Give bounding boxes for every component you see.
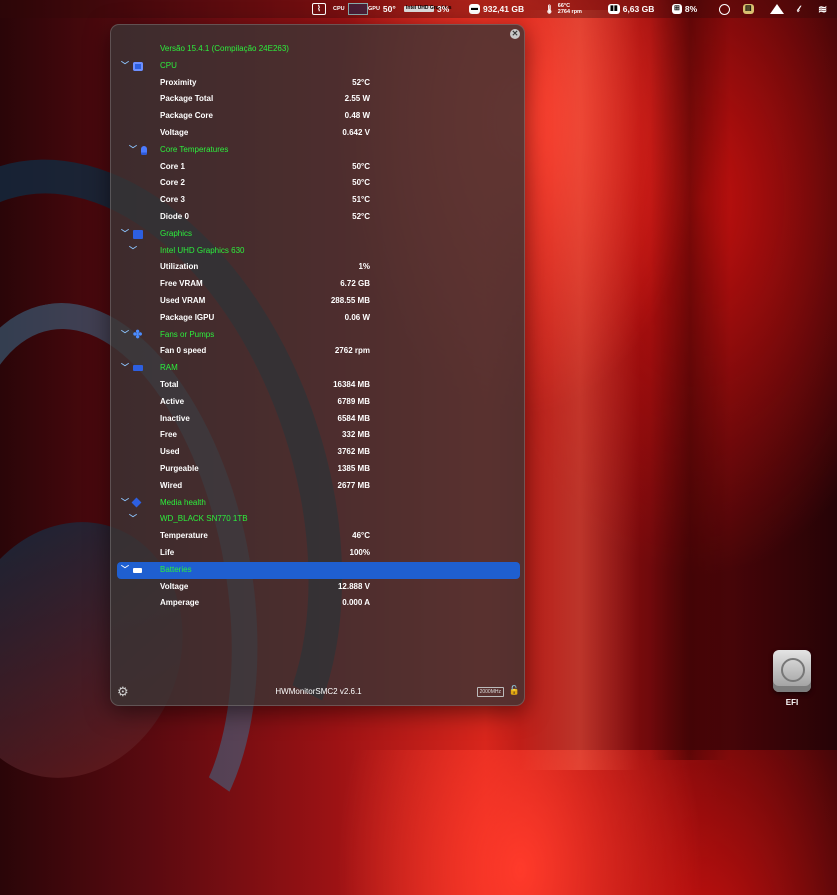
display-icon — [133, 229, 143, 239]
status-circle-icon[interactable] — [719, 2, 730, 16]
sensor-row[interactable]: Fan 0 speed 2762 rpm — [111, 343, 526, 360]
thermometer-icon — [141, 145, 147, 155]
ring-icon — [719, 3, 730, 15]
sensor-row[interactable]: Wired 2677 MB — [111, 478, 526, 495]
section-fans[interactable]: ﹀ ✤ Fans or Pumps — [111, 327, 526, 344]
sensor-row[interactable]: Core 3 51°C — [111, 192, 526, 209]
chevron-down-icon[interactable]: ﹀ — [128, 142, 138, 159]
ram-usage: 6,63 GB — [622, 4, 655, 14]
sensor-row[interactable]: Free VRAM 6.72 GB — [111, 276, 526, 293]
memory-icon — [133, 365, 143, 372]
sensor-row[interactable]: Free 332 MB — [111, 427, 526, 444]
activity-monitor-icon[interactable]: ⌇ — [312, 2, 326, 16]
sensor-row[interactable]: Purgeable 1385 MB — [111, 461, 526, 478]
battery-icon — [133, 567, 142, 573]
sensor-tree: Versão 15.4.1 (Compilação 24E263) ﹀ CPU … — [111, 41, 526, 612]
chevron-down-icon[interactable]: ﹀ — [128, 243, 138, 260]
mountain-icon[interactable] — [770, 2, 784, 16]
chevron-down-icon[interactable]: ﹀ — [120, 327, 130, 344]
graphics-usage: 3% — [437, 4, 450, 14]
panel-footer: ⚙ HWMonitorSMC2 v2.6.1 2000MHz 🔓 — [111, 681, 526, 705]
memory-icon: ▮▮ — [608, 4, 620, 14]
cpu-usage: 8% — [684, 4, 698, 14]
lock-icon[interactable]: 🔓 — [509, 685, 520, 696]
chevron-down-icon[interactable]: ﹀ — [120, 495, 130, 512]
section-ram[interactable]: ﹀ RAM — [111, 360, 526, 377]
chevron-down-icon[interactable]: ﹀ — [120, 226, 130, 243]
chevron-down-icon[interactable]: ﹀ — [128, 511, 138, 528]
gpu-temp-item[interactable]: GPU 50° — [368, 2, 396, 16]
cpu-meter-label: CPU — [333, 6, 345, 12]
section-batteries[interactable]: ﹀ Batteries — [117, 561, 520, 579]
app-badge-icon: ▤ — [743, 4, 754, 14]
section-graphics[interactable]: ﹀ Graphics — [111, 226, 526, 243]
sensor-row[interactable]: Package IGPU 0.06 W — [111, 310, 526, 327]
app-version: HWMonitorSMC2 v2.6.1 — [275, 687, 362, 696]
app-menu-icon[interactable]: ▤ — [743, 2, 754, 16]
sensor-row[interactable]: Package Total 2.55 W — [111, 91, 526, 108]
sensor-row[interactable]: Inactive 6584 MB — [111, 411, 526, 428]
chip-icon: ⊞ — [672, 4, 682, 14]
thermometer-icon: 🌡 — [544, 3, 555, 14]
wallpaper-shadow — [650, 0, 730, 760]
sensor-row[interactable]: Proximity 52°C — [111, 75, 526, 92]
hwmonitor-panel: ✕ Versão 15.4.1 (Compilação 24E263) ﹀ CP… — [110, 24, 525, 706]
sensor-row[interactable]: Core 2 50°C — [111, 175, 526, 192]
section-core-temperatures[interactable]: ﹀ Core Temperatures — [111, 142, 526, 159]
disk-usage: 932,41 GB — [483, 4, 525, 14]
drive-icon — [131, 497, 142, 507]
chevron-down-icon[interactable]: ﹀ — [120, 562, 130, 579]
sensor-row[interactable]: Utilization 1% — [111, 259, 526, 276]
section-media-health[interactable]: ﹀ Media health — [111, 495, 526, 512]
cpu-graph-icon — [347, 3, 368, 15]
drive-icon: ▬ — [469, 4, 480, 14]
section-disk-device[interactable]: ﹀ WD_BLACK SN770 1TB — [111, 511, 526, 528]
triangle-icon — [770, 4, 784, 14]
sensor-row[interactable]: Voltage 12.888 V — [111, 579, 526, 596]
fan-temp-values: 66°C 2764 rpm — [557, 3, 582, 15]
efi-label: EFI — [785, 698, 799, 707]
graphics-usage-item[interactable]: Intel UHD Graphics 3% — [404, 2, 452, 16]
gpu-temp: 50° — [382, 4, 396, 14]
efi-volume[interactable]: EFI — [770, 650, 814, 707]
section-cpu[interactable]: ﹀ CPU — [111, 58, 526, 75]
version-row: Versão 15.4.1 (Compilação 24E263) — [160, 44, 289, 53]
fan-temp-item[interactable]: 🌡 66°C 2764 rpm — [544, 2, 582, 16]
section-gpu-device[interactable]: ﹀ Intel UHD Graphics 630 — [111, 243, 526, 260]
sensor-row[interactable]: Life 100% — [111, 545, 526, 562]
sensor-row[interactable]: Used 3762 MB — [111, 444, 526, 461]
fan-icon: ✤ — [133, 328, 143, 341]
frequency-badge[interactable]: 2000MHz — [476, 687, 504, 697]
cpu-usage-item[interactable]: ⊞ 8% — [672, 2, 697, 16]
wifi-status[interactable]: ≋ — [818, 2, 827, 16]
cpu-icon — [133, 61, 143, 71]
sensor-row[interactable]: Core 1 50°C — [111, 159, 526, 176]
sensor-row[interactable]: Amperage 0.000 A — [111, 595, 526, 612]
chevron-down-icon[interactable]: ﹀ — [120, 58, 130, 75]
script-icon[interactable]: 𝓁 — [797, 2, 800, 16]
cpu-meter[interactable]: CPU — [333, 2, 368, 16]
chevron-down-icon[interactable]: ﹀ — [120, 360, 130, 377]
sensor-row[interactable]: Package Core 0.48 W — [111, 108, 526, 125]
close-button[interactable]: ✕ — [510, 29, 520, 39]
sensor-row[interactable]: Active 6789 MB — [111, 394, 526, 411]
wallpaper-highlight — [520, 10, 640, 770]
graphics-badge: Intel UHD Graphics — [404, 5, 452, 12]
hard-drive-icon — [773, 650, 811, 692]
sensor-row[interactable]: Used VRAM 288.55 MB — [111, 293, 526, 310]
pen-icon: 𝓁 — [797, 3, 800, 14]
gpu-label: GPU — [368, 6, 380, 12]
disk-usage-item[interactable]: ▬ 932,41 GB — [469, 2, 524, 16]
menu-bar: ⌇ CPU GPU 50° Intel UHD Graphics 3% ▬ 93… — [0, 0, 837, 18]
activity-graph-icon: ⌇ — [312, 3, 326, 15]
sensor-row[interactable]: Diode 0 52°C — [111, 209, 526, 226]
sensor-row[interactable]: Total 16384 MB — [111, 377, 526, 394]
sensor-row[interactable]: Temperature 46°C — [111, 528, 526, 545]
wifi-icon: ≋ — [818, 3, 828, 16]
sensor-row[interactable]: Voltage 0.642 V — [111, 125, 526, 142]
ram-usage-item[interactable]: ▮▮ 6,63 GB — [608, 2, 654, 16]
